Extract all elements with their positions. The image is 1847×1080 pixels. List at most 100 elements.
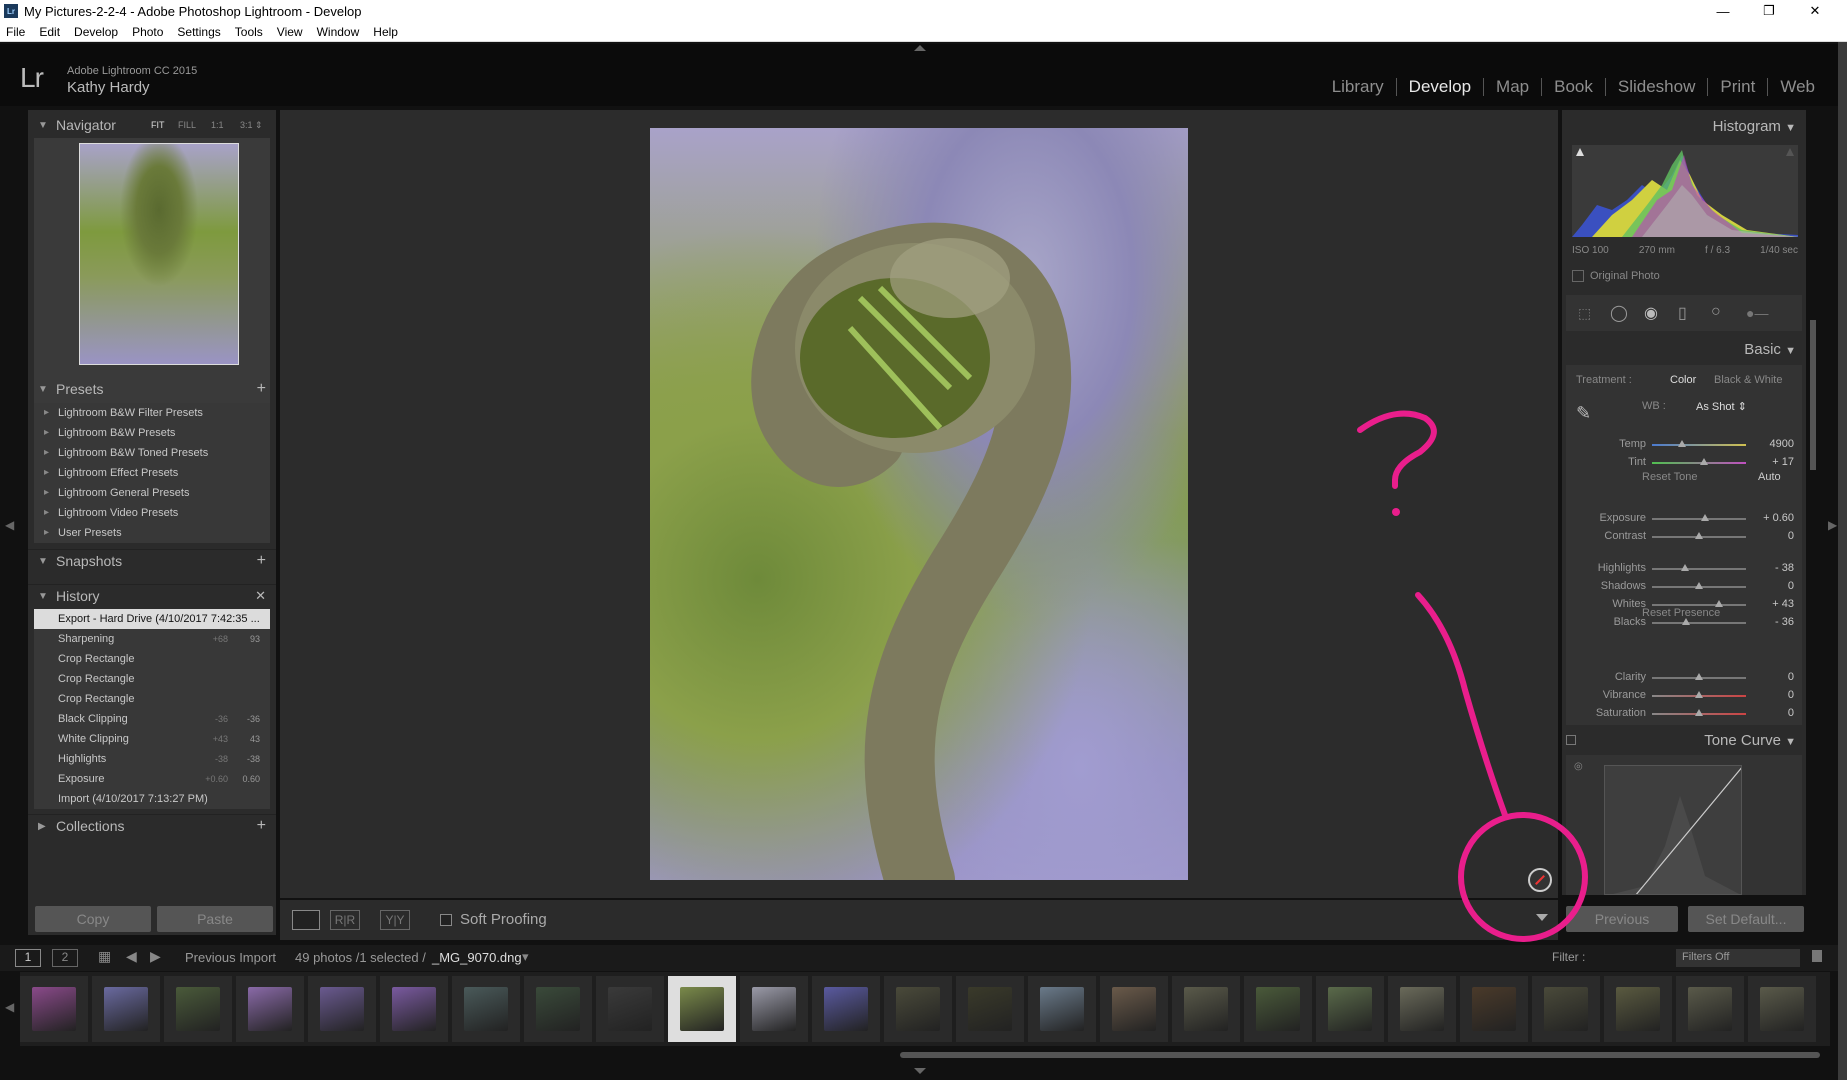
radial-filter-icon[interactable]: ○ bbox=[1711, 303, 1721, 321]
secondary-window-button[interactable]: 2 bbox=[52, 949, 78, 967]
wb-select[interactable]: As Shot ⇕ bbox=[1696, 400, 1747, 413]
spot-removal-icon[interactable]: ◯ bbox=[1610, 303, 1628, 323]
slider-thumb[interactable] bbox=[1695, 709, 1703, 716]
history-step[interactable]: Sharpening +68 93 bbox=[34, 629, 270, 649]
filmstrip-thumbnail[interactable] bbox=[380, 976, 448, 1042]
wb-eyedropper-icon[interactable]: ✎ bbox=[1576, 403, 1591, 424]
maximize-button[interactable]: ❐ bbox=[1746, 0, 1792, 22]
filmstrip-thumbnail[interactable] bbox=[596, 976, 664, 1042]
top-panel-toggle-icon[interactable] bbox=[914, 45, 926, 51]
preset-folder[interactable]: Lightroom General Presets bbox=[34, 483, 270, 503]
crop-tool-icon[interactable]: ⬚ bbox=[1578, 305, 1591, 322]
previous-button[interactable]: Previous bbox=[1566, 906, 1678, 932]
slider-track[interactable] bbox=[1652, 622, 1746, 624]
module-web[interactable]: Web bbox=[1767, 78, 1827, 96]
histogram-graph[interactable] bbox=[1572, 145, 1798, 237]
minimize-button[interactable]: — bbox=[1700, 0, 1746, 22]
histogram-header[interactable]: Histogram ▼ bbox=[1713, 118, 1796, 135]
slider-temp[interactable]: Temp 4900 bbox=[1562, 437, 1806, 453]
filmstrip-thumbnail[interactable] bbox=[812, 976, 880, 1042]
filmstrip-thumbnail[interactable] bbox=[1748, 976, 1816, 1042]
history-step[interactable]: Crop Rectangle bbox=[34, 669, 270, 689]
filmstrip-thumbnail[interactable] bbox=[1676, 976, 1744, 1042]
slider-highlights[interactable]: Highlights - 38 bbox=[1562, 561, 1806, 577]
filmstrip-thumbnail[interactable] bbox=[884, 976, 952, 1042]
filmstrip-thumbnail[interactable] bbox=[956, 976, 1024, 1042]
history-step[interactable]: Crop Rectangle bbox=[34, 649, 270, 669]
slider-value[interactable]: 0 bbox=[1788, 707, 1794, 719]
auto-tone-button[interactable]: Auto bbox=[1758, 471, 1781, 483]
slider-value[interactable]: + 17 bbox=[1772, 456, 1794, 468]
slider-tint[interactable]: Tint + 17 bbox=[1562, 455, 1806, 471]
filmstrip-thumbnail[interactable] bbox=[452, 976, 520, 1042]
module-map[interactable]: Map bbox=[1483, 78, 1541, 96]
preset-folder[interactable]: Lightroom Video Presets bbox=[34, 503, 270, 523]
menu-file[interactable]: File bbox=[6, 25, 25, 39]
history-step[interactable]: Import (4/10/2017 7:13:27 PM) bbox=[34, 789, 270, 809]
module-slideshow[interactable]: Slideshow bbox=[1604, 78, 1708, 96]
navigator-header[interactable]: ▼ Navigator FIT FILL 1:1 3:1 ⇕ bbox=[28, 114, 276, 136]
slider-thumb[interactable] bbox=[1681, 618, 1690, 625]
menu-tools[interactable]: Tools bbox=[235, 25, 263, 39]
filmstrip-thumbnail[interactable] bbox=[308, 976, 376, 1042]
paste-button[interactable]: Paste bbox=[157, 906, 273, 932]
slider-thumb[interactable] bbox=[1700, 514, 1709, 521]
main-window-button[interactable]: 1 bbox=[15, 949, 41, 967]
slider-thumb[interactable] bbox=[1695, 532, 1703, 539]
filmstrip-thumbnail[interactable] bbox=[164, 976, 232, 1042]
current-filename[interactable]: _MG_9070.dng bbox=[432, 950, 522, 965]
menu-photo[interactable]: Photo bbox=[132, 25, 163, 39]
slider-saturation[interactable]: Saturation 0 bbox=[1562, 706, 1806, 722]
soft-proofing-checkbox[interactable] bbox=[440, 914, 452, 926]
toolbar-menu-chevron-icon[interactable] bbox=[1536, 914, 1548, 921]
slider-value[interactable]: + 0.60 bbox=[1763, 512, 1794, 524]
before-after-toggle-icon[interactable] bbox=[1528, 868, 1552, 892]
slider-value[interactable]: 0 bbox=[1788, 580, 1794, 592]
slider-clarity[interactable]: Clarity 0 bbox=[1562, 670, 1806, 686]
module-develop[interactable]: Develop bbox=[1395, 78, 1483, 96]
slider-track[interactable] bbox=[1652, 444, 1746, 446]
left-panel-toggle-icon[interactable]: ◀ bbox=[5, 518, 14, 532]
presets-header[interactable]: ▼ Presets + bbox=[28, 378, 276, 400]
menu-window[interactable]: Window bbox=[317, 25, 360, 39]
slider-value[interactable]: + 43 bbox=[1772, 598, 1794, 610]
history-step[interactable]: Exposure +0.60 0.60 bbox=[34, 769, 270, 789]
zoom-3-1[interactable]: 3:1 ⇕ bbox=[240, 120, 263, 131]
module-print[interactable]: Print bbox=[1707, 78, 1767, 96]
filmstrip-thumbnail[interactable] bbox=[524, 976, 592, 1042]
preset-folder[interactable]: Lightroom B&W Toned Presets bbox=[34, 443, 270, 463]
slider-blacks[interactable]: Blacks - 36 bbox=[1562, 615, 1806, 631]
slider-thumb[interactable] bbox=[1695, 673, 1703, 680]
slider-track[interactable] bbox=[1652, 604, 1746, 606]
add-collection-icon[interactable]: + bbox=[257, 817, 266, 835]
treatment-bw[interactable]: Black & White bbox=[1714, 374, 1782, 386]
slider-whites[interactable]: Whites + 43 bbox=[1562, 597, 1806, 613]
filmstrip-thumbnail[interactable] bbox=[1604, 976, 1672, 1042]
zoom-fit[interactable]: FIT bbox=[151, 120, 165, 130]
zoom-1-1[interactable]: 1:1 bbox=[211, 120, 224, 130]
filter-select[interactable]: Filters Off bbox=[1676, 949, 1800, 967]
menu-edit[interactable]: Edit bbox=[39, 25, 60, 39]
before-after-swap-icon[interactable]: Y|Y bbox=[380, 910, 410, 930]
slider-thumb[interactable] bbox=[1699, 458, 1708, 465]
filmstrip-thumbnail[interactable] bbox=[740, 976, 808, 1042]
slider-track[interactable] bbox=[1652, 518, 1746, 520]
slider-thumb[interactable] bbox=[1678, 440, 1687, 447]
copy-button[interactable]: Copy bbox=[35, 906, 151, 932]
snapshots-header[interactable]: ▼ Snapshots + bbox=[28, 549, 276, 571]
slider-value[interactable]: 4900 bbox=[1770, 438, 1794, 450]
slider-vibrance[interactable]: Vibrance 0 bbox=[1562, 688, 1806, 704]
filmstrip-thumbnail[interactable] bbox=[92, 976, 160, 1042]
basic-header[interactable]: Basic ▼ bbox=[1744, 341, 1796, 358]
preset-folder[interactable]: Lightroom B&W Filter Presets bbox=[34, 403, 270, 423]
clear-history-icon[interactable]: ✕ bbox=[255, 588, 266, 604]
slider-value[interactable]: - 36 bbox=[1775, 616, 1794, 628]
filmstrip-scrollbar[interactable] bbox=[900, 1052, 1820, 1058]
right-panel-toggle-icon[interactable]: ▶ bbox=[1828, 518, 1837, 532]
tone-curve-graph[interactable] bbox=[1604, 765, 1742, 895]
grid-view-icon[interactable]: ▦ bbox=[98, 948, 111, 965]
bottom-panel-toggle-icon[interactable] bbox=[914, 1068, 926, 1074]
back-arrow-icon[interactable]: ◀ bbox=[126, 948, 137, 965]
module-book[interactable]: Book bbox=[1541, 78, 1605, 96]
filmstrip-thumbnail[interactable] bbox=[1388, 976, 1456, 1042]
